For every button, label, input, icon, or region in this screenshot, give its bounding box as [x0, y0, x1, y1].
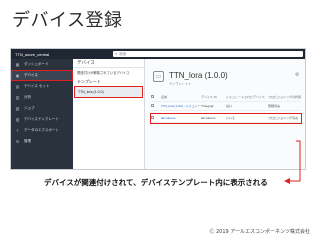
callout-arrow — [284, 140, 301, 184]
copyright-footer: Ⓒ 2019 アールエスコンポーネンツ株式会社 — [209, 229, 310, 235]
slide: デバイス登録 TTN_azure_central ⌕ 検索 ▦ ダッシュボード … — [0, 0, 320, 240]
slide-caption: デバイスが関連付けされて、デバイステンプレート内に表示される — [44, 178, 268, 187]
